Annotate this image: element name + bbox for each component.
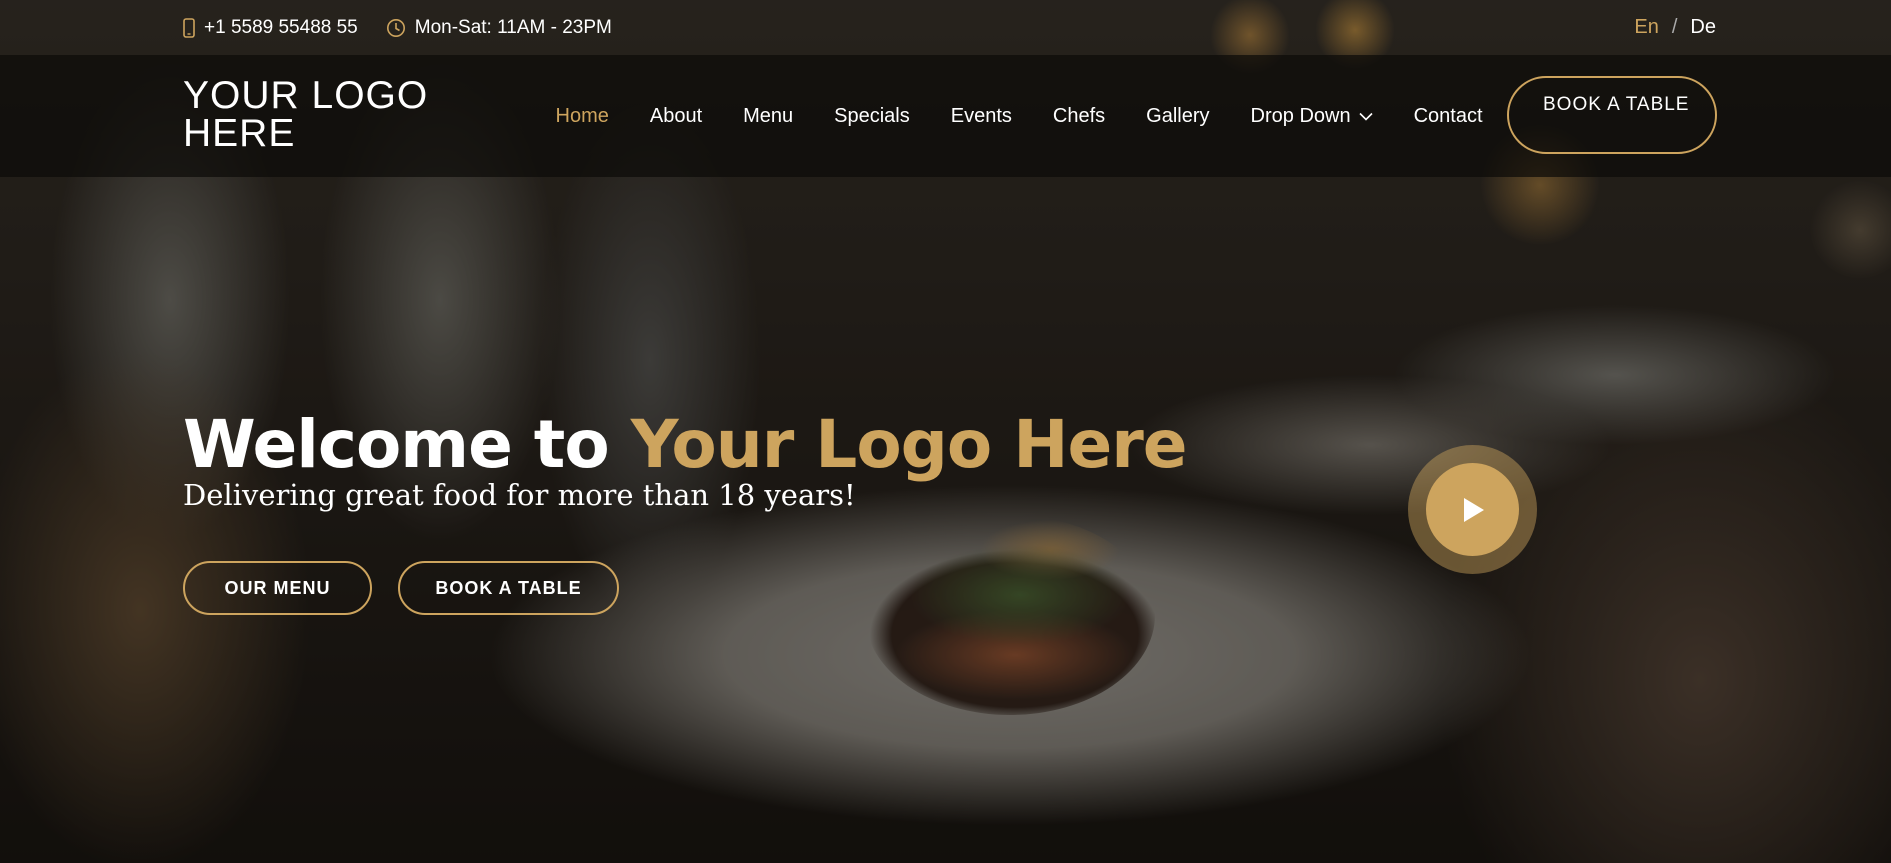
- opening-hours: Mon-Sat: 11AM - 23PM: [414, 16, 612, 38]
- play-video-button[interactable]: [1408, 445, 1537, 574]
- nav-chefs[interactable]: Chefs: [1053, 105, 1105, 128]
- header-book-table-button[interactable]: BOOK A TABLE: [1507, 76, 1717, 154]
- contact-info: +1 5589 55488 55 Mon-Sat: 11AM - 23PM: [183, 0, 640, 55]
- nav-menu[interactable]: Menu: [743, 105, 793, 128]
- language-switcher: En / De: [1634, 0, 1716, 55]
- hero-subtitle: Delivering great food for more than 18 y…: [183, 478, 856, 512]
- site-logo[interactable]: YOUR LOGO HERE: [183, 76, 443, 153]
- hero-title: Welcome to Your Logo Here: [183, 405, 1188, 485]
- lang-en-link[interactable]: En: [1634, 16, 1658, 39]
- hero-book-table-button[interactable]: BOOK A TABLE: [398, 561, 619, 615]
- nav-contact[interactable]: Contact: [1414, 105, 1483, 128]
- clock-icon: [386, 18, 405, 37]
- nav-about[interactable]: About: [650, 105, 702, 128]
- main-header: YOUR LOGO HERE Home About Menu Specials …: [0, 55, 1891, 177]
- chevron-down-icon: [1359, 112, 1373, 121]
- lang-de-link[interactable]: De: [1690, 16, 1716, 39]
- main-nav: Home About Menu Specials Events Chefs Ga…: [535, 55, 1503, 177]
- hero-title-prefix: Welcome to: [183, 406, 631, 483]
- hours-info: Mon-Sat: 11AM - 23PM: [386, 17, 612, 39]
- our-menu-button[interactable]: OUR MENU: [183, 561, 372, 615]
- hero-title-accent: Your Logo Here: [630, 406, 1188, 483]
- play-button-inner: [1426, 463, 1519, 556]
- play-icon: [1463, 497, 1484, 522]
- lang-separator: /: [1671, 16, 1678, 38]
- phone-icon: [183, 17, 195, 38]
- nav-specials[interactable]: Specials: [834, 105, 910, 128]
- nav-dropdown-label: Drop Down: [1250, 104, 1351, 127]
- phone-info: +1 5589 55488 55: [183, 17, 358, 39]
- nav-events[interactable]: Events: [951, 105, 1012, 128]
- nav-gallery[interactable]: Gallery: [1146, 105, 1209, 128]
- phone-number: +1 5589 55488 55: [204, 16, 358, 38]
- nav-home[interactable]: Home: [556, 105, 609, 128]
- top-bar: +1 5589 55488 55 Mon-Sat: 11AM - 23PM En…: [0, 0, 1891, 55]
- nav-dropdown[interactable]: Drop Down: [1251, 105, 1373, 128]
